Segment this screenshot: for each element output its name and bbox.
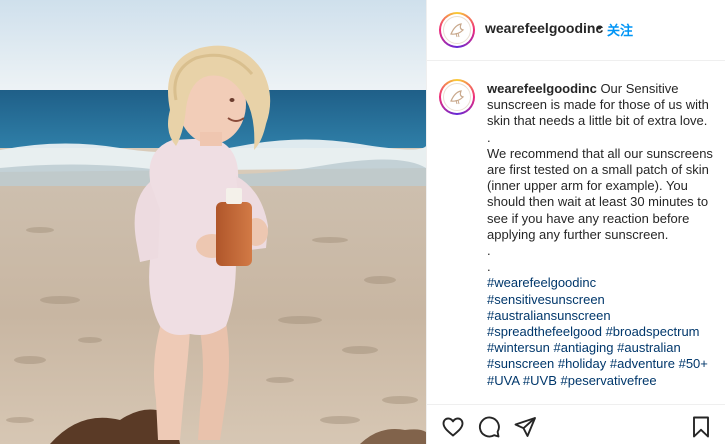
hashtag-link[interactable]: #sunscreen [487,356,554,371]
caption-separator: . [487,259,491,275]
caption-text: wearefeelgoodinc Our Sensitive sunscreen… [487,81,719,389]
post-username[interactable]: wearefeelgoodinc [485,20,603,36]
hashtag-link[interactable]: #50+ [679,356,708,371]
hashtag-link[interactable]: #spreadthefeelgood [487,324,602,339]
brand-logo [443,83,471,111]
post-header: wearefeelgoodinc • 关注 [427,0,725,61]
hashtag-link[interactable]: #antiaging [554,340,614,355]
caption-avatar[interactable] [439,79,475,115]
share-icon[interactable] [513,415,537,439]
caption-separator: . [487,129,491,145]
hashtag-link[interactable]: #UVA [487,373,519,388]
hashtag-link[interactable]: #holiday [558,356,606,371]
hashtag-link[interactable]: #sensitivesunscreen [487,292,605,307]
action-bar [427,404,725,444]
hashtag-link[interactable]: #wintersun [487,340,550,355]
caption-separator: . [487,243,491,259]
caption-intro: wearefeelgoodinc Our Sensitive sunscreen… [487,81,719,130]
hashtag-link[interactable]: #UVB [523,373,557,388]
bird-logo-icon [450,23,465,38]
hashtag-link[interactable]: #australian [617,340,681,355]
hashtag-link[interactable]: #adventure [610,356,675,371]
heart-icon[interactable] [441,415,465,439]
bird-logo-icon [450,90,465,105]
bookmark-icon[interactable] [689,415,713,439]
post-photo[interactable] [0,0,426,444]
hashtag-link[interactable]: #australiansunscreen [487,308,611,323]
comment-icon[interactable] [477,415,501,439]
avatar-inner [441,14,473,46]
caption-body: We recommend that all our sunscreens are… [487,145,713,242]
hashtag-list: #wearefeelgoodinc #sensitivesunscreen #a… [487,275,719,388]
comments-area[interactable]: wearefeelgoodinc Our Sensitive sunscreen… [427,62,725,404]
caption-username[interactable]: wearefeelgoodinc [487,81,597,96]
post-side-panel: wearefeelgoodinc • 关注 wearefeelgoodinc O… [426,0,725,444]
hashtag-link[interactable]: #broadspectrum [606,324,700,339]
avatar[interactable] [439,12,475,48]
hashtag-link[interactable]: #peservativefree [561,373,657,388]
hashtag-link[interactable]: #wearefeelgoodinc [487,275,596,290]
beach-photo-illustration [0,0,426,444]
brand-logo [443,16,471,44]
follow-button[interactable]: 关注 [607,20,633,39]
avatar-inner [441,81,473,113]
separator-dot: • [597,19,602,35]
